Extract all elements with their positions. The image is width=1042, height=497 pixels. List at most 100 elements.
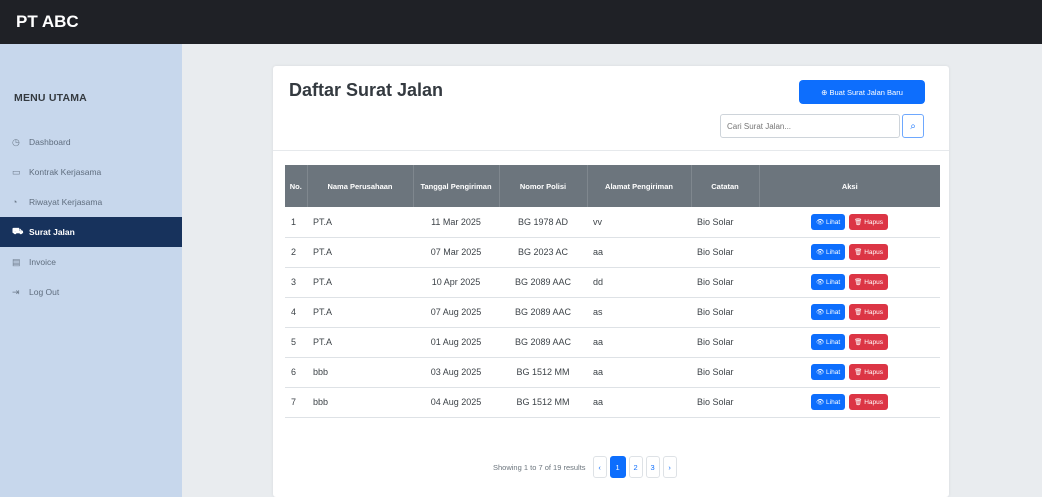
sidebar-item-label: Invoice	[29, 257, 56, 267]
table-row: 6 bbb 03 Aug 2025 BG 1512 MM aa Bio Solar 👁 Li…	[285, 357, 940, 388]
shipping-address: aa	[587, 357, 691, 388]
col-no[interactable]: No.	[285, 165, 308, 207]
shipping-date: 04 Aug 2025	[413, 387, 499, 418]
dashboard-icon: ◷	[12, 136, 20, 147]
view-button[interactable]: 👁 Lihat	[810, 274, 846, 290]
page-3-button[interactable]: 3	[645, 456, 660, 478]
sidebar: MENU UTAMA ◷ Dashboard ▭ Kontrak Kerjasama ◔…	[0, 44, 182, 497]
row-number: 2	[285, 237, 307, 268]
note: Bio Solar	[691, 237, 759, 268]
shipping-address: aa	[587, 237, 691, 268]
view-button[interactable]: 👁 Lihat	[810, 244, 846, 260]
row-number: 7	[285, 387, 307, 418]
truck-icon: ⛟	[12, 226, 24, 236]
sidebar-item-label: Surat Jalan	[29, 227, 75, 237]
pagination-next[interactable]: ›	[662, 456, 677, 478]
license-plate: BG 2089 AAC	[499, 267, 587, 298]
sidebar-item-riwayat-kerjasama[interactable]: ◔ Riwayat Kerjasama	[0, 187, 182, 217]
view-button[interactable]: 👁 Lihat	[810, 334, 846, 350]
row-actions: 👁 Lihat 🗑 Hapus	[759, 207, 940, 238]
row-actions: 👁 Lihat 🗑 Hapus	[759, 357, 940, 388]
table-row: 7 bbb 04 Aug 2025 BG 1512 MM aa Bio Solar 👁 Li…	[285, 387, 940, 418]
view-button[interactable]: 👁 Lihat	[810, 394, 846, 410]
shipping-address: vv	[587, 207, 691, 238]
row-number: 6	[285, 357, 307, 388]
sidebar-heading: MENU UTAMA	[14, 92, 87, 104]
company-name: PT.A	[307, 267, 413, 298]
pagination-info: Showing 1 to 7 of 19 results	[493, 462, 586, 472]
brand-logo[interactable]: PT ABC	[16, 12, 79, 32]
delete-button[interactable]: 🗑 Hapus	[849, 304, 888, 320]
delete-button[interactable]: 🗑 Hapus	[849, 274, 888, 290]
view-button[interactable]: 👁 Lihat	[810, 364, 846, 380]
company-name: PT.A	[307, 327, 413, 358]
pagination-prev[interactable]: ‹	[592, 456, 607, 478]
note: Bio Solar	[691, 267, 759, 298]
sidebar-item-kontrak-kerjasama[interactable]: ▭ Kontrak Kerjasama	[0, 157, 182, 187]
delete-button[interactable]: 🗑 Hapus	[849, 244, 888, 260]
note: Bio Solar	[691, 387, 759, 418]
delete-button[interactable]: 🗑 Hapus	[849, 364, 888, 380]
shipping-date: 11 Mar 2025	[413, 207, 499, 238]
row-actions: 👁 Lihat 🗑 Hapus	[759, 237, 940, 268]
surat-jalan-card: Daftar Surat Jalan ⊕ Buat Surat Jalan Ba…	[273, 66, 949, 497]
company-name: PT.A	[307, 297, 413, 328]
row-number: 1	[285, 207, 307, 238]
license-plate: BG 2089 AAC	[499, 327, 587, 358]
note: Bio Solar	[691, 327, 759, 358]
delete-button[interactable]: 🗑 Hapus	[849, 213, 888, 230]
row-actions: 👁 Lihat 🗑 Hapus	[759, 267, 940, 298]
company-name: bbb	[307, 387, 413, 418]
page-title: Daftar Surat Jalan	[289, 80, 444, 100]
view-button[interactable]: 👁 Lihat	[810, 304, 846, 320]
sidebar-item-label: Kontrak Kerjasama	[29, 167, 102, 177]
company-name: PT.A	[307, 207, 413, 238]
sidebar-item-label: Riwayat Kerjasama	[29, 197, 103, 207]
shipping-date: 03 Aug 2025	[413, 357, 499, 388]
clock-icon: ◔	[12, 197, 18, 207]
search-input[interactable]	[720, 114, 900, 138]
search-button[interactable]: ⌕	[902, 114, 924, 138]
col-action: Aksi	[759, 165, 940, 207]
search-icon: ⌕	[910, 120, 916, 132]
page-2-button[interactable]: 2	[628, 456, 643, 478]
table-row: 5 PT.A 01 Aug 2025 BG 2089 AAC aa Bio Solar 👁 …	[285, 327, 940, 358]
note: Bio Solar	[691, 297, 759, 328]
row-number: 4	[285, 297, 307, 328]
shipping-address: aa	[587, 327, 691, 358]
shipping-date: 07 Aug 2025	[413, 297, 499, 328]
col-address[interactable]: Alamat Pengiriman	[587, 165, 692, 207]
sidebar-item-dashboard[interactable]: ◷ Dashboard	[0, 127, 182, 157]
note: Bio Solar	[691, 357, 759, 388]
row-actions: 👁 Lihat 🗑 Hapus	[759, 327, 940, 358]
sidebar-item-surat-jalan[interactable]: ⛟ Surat Jalan	[0, 217, 182, 247]
shipping-address: as	[587, 297, 691, 328]
pagination: Showing 1 to 7 of 19 results ‹ 1 2 3 ›	[493, 456, 677, 478]
license-plate: BG 1512 MM	[499, 357, 587, 388]
table-row: 4 PT.A 07 Aug 2025 BG 2089 AAC as Bio Solar 👁 …	[285, 297, 940, 328]
delete-button[interactable]: 🗑 Hapus	[849, 334, 888, 350]
col-date[interactable]: Tanggal Pengiriman	[413, 165, 500, 207]
logout-icon: ⇥	[12, 286, 20, 297]
view-button[interactable]: 👁 Lihat	[810, 213, 846, 230]
license-plate: BG 1512 MM	[499, 387, 587, 418]
create-surat-jalan-button[interactable]: ⊕ Buat Surat Jalan Baru	[799, 80, 925, 104]
surat-jalan-table: No. Nama Perusahaan Tanggal Pengiriman N…	[285, 165, 940, 418]
delete-button[interactable]: 🗑 Hapus	[849, 394, 888, 410]
page-1-button[interactable]: 1	[609, 456, 626, 478]
sidebar-item-label: Log Out	[29, 287, 60, 297]
invoice-icon: ▤	[12, 256, 21, 267]
shipping-date: 10 Apr 2025	[413, 267, 499, 298]
col-plate[interactable]: Nomor Polisi	[499, 165, 588, 207]
company-name: PT.A	[307, 237, 413, 268]
divider	[273, 150, 949, 151]
shipping-address: aa	[587, 387, 691, 418]
row-number: 3	[285, 267, 307, 298]
col-company[interactable]: Nama Perusahaan	[307, 165, 414, 207]
col-note[interactable]: Catatan	[691, 165, 760, 207]
note: Bio Solar	[691, 207, 759, 238]
sidebar-item-log-out[interactable]: ⇥ Log Out	[0, 277, 182, 307]
license-plate: BG 2089 AAC	[499, 297, 587, 328]
sidebar-item-label: Dashboard	[29, 137, 71, 147]
sidebar-item-invoice[interactable]: ▤ Invoice	[0, 247, 182, 277]
